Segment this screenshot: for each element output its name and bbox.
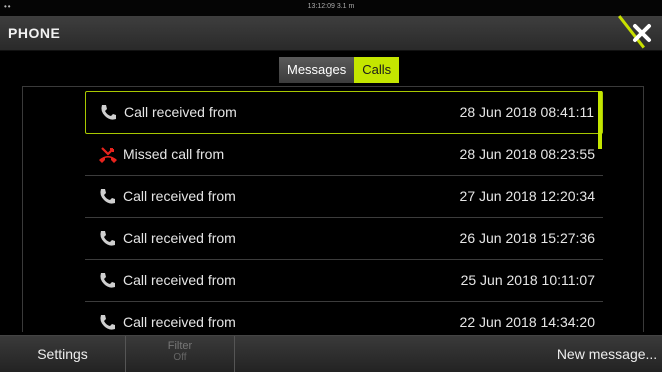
call-datetime: 25 Jun 2018 10:11:07	[460, 272, 595, 288]
call-label: Missed call from	[123, 146, 225, 162]
status-time: 13:12:09 3.1 m	[307, 3, 355, 10]
call-row[interactable]: Call received from 28 Jun 2018 08:41:11	[85, 91, 603, 134]
settings-button[interactable]: Settings	[0, 336, 126, 372]
filter-state: Off	[173, 352, 187, 363]
call-label: Call received from	[123, 272, 236, 288]
phone-icon	[97, 229, 117, 249]
filter-button[interactable]: Filter Off	[126, 336, 235, 372]
filter-label: Filter	[167, 340, 193, 352]
call-datetime: 28 Jun 2018 08:41:11	[459, 104, 594, 120]
close-button[interactable]	[628, 19, 656, 47]
page-title: PHONE	[8, 25, 61, 41]
phone-icon	[97, 313, 117, 332]
tab-calls[interactable]: Calls	[354, 57, 400, 83]
tab-bar: Messages Calls	[279, 57, 400, 83]
call-row[interactable]: Call received from 22 Jun 2018 14:34:20	[85, 302, 603, 332]
status-bar: •• 13:12:09 3.1 m	[0, 0, 662, 16]
new-message-button[interactable]: New message...	[552, 336, 662, 372]
call-list: Call received from 28 Jun 2018 08:41:11 Mi…	[85, 91, 603, 332]
call-label: Call received from	[123, 314, 236, 330]
tab-messages[interactable]: Messages	[279, 57, 355, 83]
call-list-frame: Call received from 28 Jun 2018 08:41:11 Mi…	[22, 86, 644, 332]
call-datetime: 22 Jun 2018 14:34:20	[459, 314, 595, 330]
missed-call-icon	[97, 145, 117, 165]
close-icon	[633, 24, 651, 42]
call-row[interactable]: Call received from 26 Jun 2018 15:27:36	[85, 218, 603, 260]
phone-icon	[97, 271, 117, 291]
call-datetime: 27 Jun 2018 12:20:34	[459, 188, 595, 204]
phone-icon	[98, 103, 118, 123]
call-datetime: 28 Jun 2018 08:23:55	[459, 146, 595, 162]
title-bar: PHONE	[0, 15, 662, 51]
call-datetime: 26 Jun 2018 15:27:36	[459, 230, 595, 246]
call-row[interactable]: Call received from 27 Jun 2018 12:20:34	[85, 176, 603, 218]
call-label: Call received from	[123, 230, 236, 246]
close-area	[606, 15, 662, 50]
bottom-bar: Settings Filter Off New message...	[0, 335, 662, 372]
call-label: Call received from	[124, 104, 237, 120]
call-row[interactable]: Missed call from 28 Jun 2018 08:23:55	[85, 134, 603, 176]
scrollbar[interactable]	[598, 91, 602, 149]
call-label: Call received from	[123, 188, 236, 204]
call-row[interactable]: Call received from 25 Jun 2018 10:11:07	[85, 260, 603, 302]
phone-icon	[97, 187, 117, 207]
